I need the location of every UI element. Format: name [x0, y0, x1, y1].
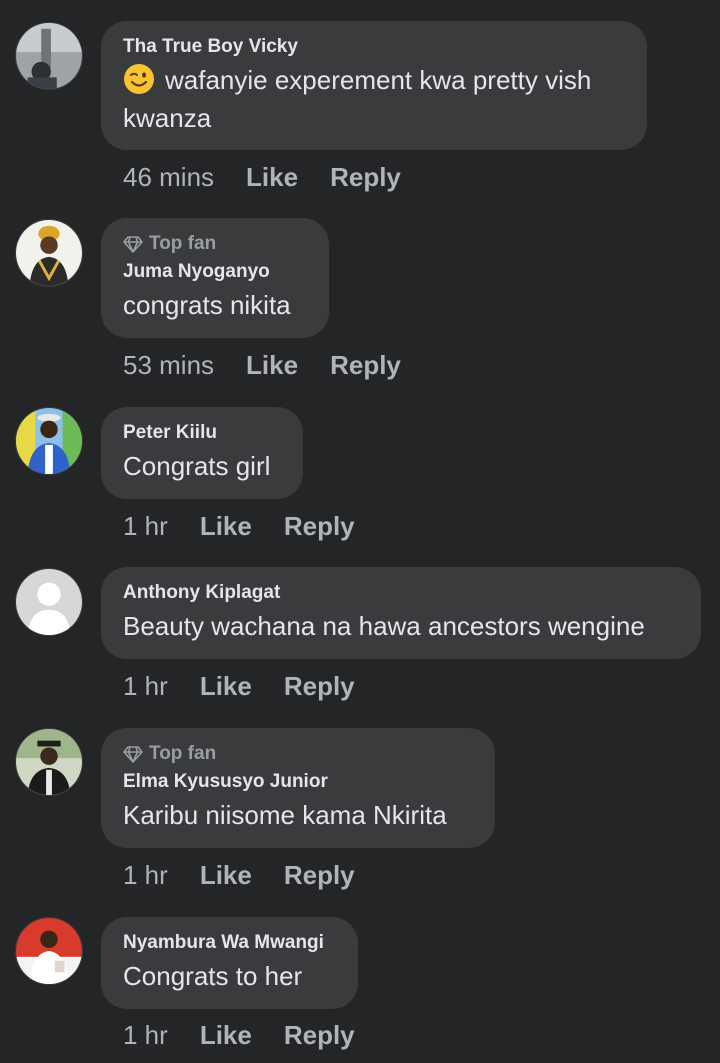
- comment-text: Beauty wachana na hawa ancestors wengine: [123, 611, 645, 641]
- comment-actions: 1 hr Like Reply: [123, 860, 355, 891]
- comment-text: Karibu niisome kama Nkirita: [123, 800, 447, 830]
- reply-button[interactable]: Reply: [284, 671, 355, 702]
- comment-bubble[interactable]: Top fan Elma Kyususyo Junior Karibu niis…: [101, 728, 495, 848]
- top-fan-badge: Top fan: [123, 232, 307, 256]
- comment-text: congrats nikita: [123, 290, 291, 320]
- comment-author[interactable]: Anthony Kiplagat: [123, 581, 679, 605]
- reply-button[interactable]: Reply: [284, 860, 355, 891]
- comment-author[interactable]: Juma Nyoganyo: [123, 260, 307, 284]
- comment-actions: 1 hr Like Reply: [123, 1020, 355, 1051]
- top-fan-label: Top fan: [149, 233, 217, 254]
- diamond-icon: [123, 236, 143, 253]
- winking-face-icon: [124, 64, 154, 94]
- avatar[interactable]: [15, 917, 83, 985]
- comment-actions: 1 hr Like Reply: [123, 511, 355, 542]
- comment-text: wafanyie experement kwa pretty vish kwan…: [123, 61, 625, 137]
- comment-timestamp[interactable]: 1 hr: [123, 671, 168, 702]
- like-button[interactable]: Like: [246, 350, 298, 381]
- reply-button[interactable]: Reply: [330, 350, 401, 381]
- like-button[interactable]: Like: [200, 671, 252, 702]
- comment-bubble[interactable]: Top fan Juma Nyoganyo congrats nikita: [101, 218, 329, 338]
- comment-actions: 1 hr Like Reply: [123, 671, 355, 702]
- comment-author[interactable]: Peter Kiilu: [123, 421, 281, 445]
- avatar[interactable]: [15, 728, 83, 796]
- avatar[interactable]: [15, 219, 83, 287]
- top-fan-label: Top fan: [149, 743, 217, 764]
- comment-text: Congrats girl: [123, 451, 271, 481]
- like-button[interactable]: Like: [200, 1020, 252, 1051]
- comment-actions: 46 mins Like Reply: [123, 162, 401, 193]
- avatar[interactable]: [15, 22, 83, 90]
- comment-bubble[interactable]: Tha True Boy Vicky wafanyie experement k…: [101, 21, 647, 150]
- comment-text-content: wafanyie experement kwa pretty vish kwan…: [123, 65, 592, 133]
- reply-button[interactable]: Reply: [330, 162, 401, 193]
- comment-bubble[interactable]: Anthony Kiplagat Beauty wachana na hawa …: [101, 567, 701, 659]
- comment-timestamp[interactable]: 46 mins: [123, 162, 214, 193]
- like-button[interactable]: Like: [200, 511, 252, 542]
- comment-author[interactable]: Elma Kyususyo Junior: [123, 770, 473, 794]
- reply-button[interactable]: Reply: [284, 1020, 355, 1051]
- comment-timestamp[interactable]: 1 hr: [123, 860, 168, 891]
- comment-timestamp[interactable]: 1 hr: [123, 511, 168, 542]
- comment-bubble[interactable]: Nyambura Wa Mwangi Congrats to her: [101, 917, 358, 1009]
- avatar[interactable]: [15, 407, 83, 475]
- comment-author[interactable]: Nyambura Wa Mwangi: [123, 931, 336, 955]
- reply-button[interactable]: Reply: [284, 511, 355, 542]
- comment-text: Congrats to her: [123, 961, 303, 991]
- comment-timestamp[interactable]: 53 mins: [123, 350, 214, 381]
- comment-bubble[interactable]: Peter Kiilu Congrats girl: [101, 407, 303, 499]
- top-fan-badge: Top fan: [123, 742, 473, 766]
- comment-author[interactable]: Tha True Boy Vicky: [123, 35, 625, 59]
- like-button[interactable]: Like: [200, 860, 252, 891]
- avatar[interactable]: [15, 568, 83, 636]
- comment-actions: 53 mins Like Reply: [123, 350, 401, 381]
- like-button[interactable]: Like: [246, 162, 298, 193]
- comment-timestamp[interactable]: 1 hr: [123, 1020, 168, 1051]
- diamond-icon: [123, 746, 143, 763]
